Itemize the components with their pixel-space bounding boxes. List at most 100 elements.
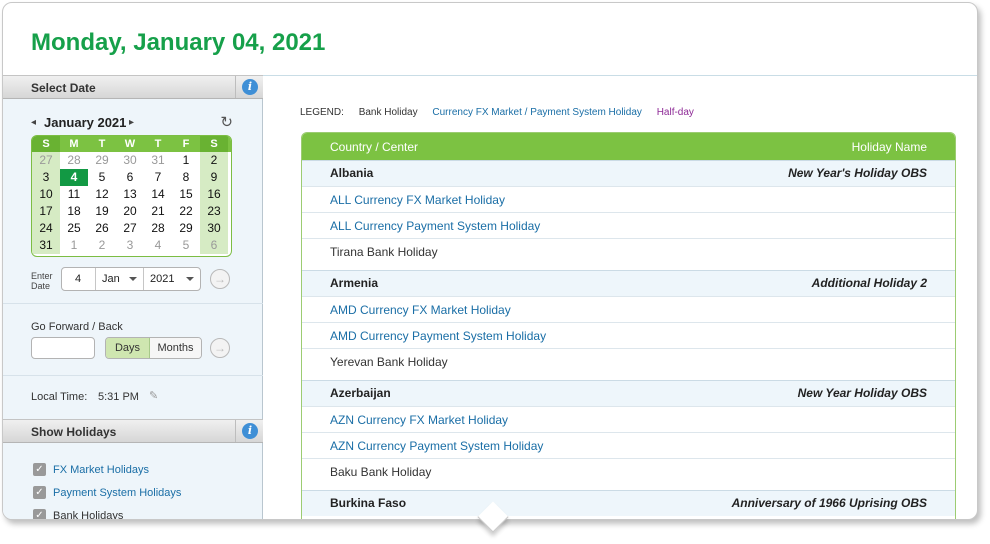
calendar-month-label: January 2021 [44, 115, 127, 130]
go-forward-button[interactable]: → [210, 338, 230, 358]
prev-month-icon[interactable]: ◂ [31, 117, 36, 128]
calendar-day[interactable]: 24 [32, 220, 60, 237]
divider [3, 375, 263, 376]
weekday-label: S [32, 136, 60, 152]
days-toggle[interactable]: Days [106, 338, 150, 358]
calendar-day[interactable]: 25 [60, 220, 88, 237]
calendar-day[interactable]: 30 [200, 220, 228, 237]
holiday-row: AZN Currency FX Market Holiday [302, 406, 955, 432]
year-value: 2021 [150, 273, 175, 285]
calendar-day[interactable]: 31 [32, 237, 60, 254]
currency-holiday-link[interactable]: ALL Currency FX Market Holiday [330, 193, 505, 207]
calendar-day[interactable]: 14 [144, 186, 172, 203]
calendar-day[interactable]: 29 [172, 220, 200, 237]
bank-holiday-text: Yerevan Bank Holiday [330, 355, 448, 369]
forward-back-input[interactable] [31, 337, 95, 359]
holiday-row: ALL Currency Payment System Holiday [302, 212, 955, 238]
local-time-label: Local Time: [31, 391, 88, 403]
bank-holidays-label[interactable]: Bank Holidays [53, 510, 123, 519]
calendar-day[interactable]: 4 [60, 169, 88, 186]
currency-holiday-link[interactable]: AZN Currency Payment System Holiday [330, 439, 543, 453]
calendar-day[interactable]: 6 [200, 237, 228, 254]
info-icon[interactable]: i [242, 79, 258, 95]
country-name: Albania [330, 166, 374, 180]
calendar-day[interactable]: 8 [172, 169, 200, 186]
enter-date-label: Enter Date [31, 271, 53, 291]
calendar-day[interactable]: 30 [116, 152, 144, 169]
calendar-day[interactable]: 29 [88, 152, 116, 169]
calendar-day[interactable]: 2 [88, 237, 116, 254]
show-holidays-info-button[interactable]: i [235, 420, 263, 442]
legend-fx-holiday: Currency FX Market / Payment System Holi… [432, 107, 642, 118]
calendar-day[interactable]: 27 [32, 152, 60, 169]
calendar-day[interactable]: 17 [32, 203, 60, 220]
chevron-down-icon [186, 277, 194, 281]
calendar-week: 3456789 [32, 169, 231, 186]
fx-market-holidays-label[interactable]: FX Market Holidays [53, 464, 149, 476]
next-month-icon[interactable]: ▸ [129, 117, 134, 128]
calendar-day[interactable]: 22 [172, 203, 200, 220]
checkbox-checked-icon[interactable]: ✓ [33, 463, 46, 476]
calendar-day[interactable]: 1 [60, 237, 88, 254]
go-date-button[interactable]: → [210, 269, 230, 289]
select-date-info-button[interactable]: i [235, 76, 263, 98]
calendar-day[interactable]: 31 [144, 152, 172, 169]
info-icon[interactable]: i [242, 423, 258, 439]
calendar-day[interactable]: 3 [116, 237, 144, 254]
currency-holiday-link[interactable]: ALL Currency Payment System Holiday [330, 219, 540, 233]
calendar-days: 27 28 29 30 31 1 2 3 4 5 6 7 8 9 10 11 12 13 14 15 16 17 18 19 2… [32, 152, 231, 254]
calendar-day[interactable]: 16 [200, 186, 228, 203]
calendar-day[interactable]: 18 [60, 203, 88, 220]
calendar-day[interactable]: 4 [144, 237, 172, 254]
calendar-day[interactable]: 10 [32, 186, 60, 203]
calendar-day[interactable]: 3 [32, 169, 60, 186]
day-field[interactable]: 4 [62, 268, 96, 290]
main-content: LEGEND: Bank Holiday Currency FX Market … [264, 76, 977, 519]
holiday-row: Baku Bank Holiday [302, 458, 955, 484]
calendar-day[interactable]: 12 [88, 186, 116, 203]
month-select[interactable]: Jan [96, 268, 144, 290]
app-window: Monday, January 04, 2021 Select Date i ◂… [2, 2, 978, 520]
calendar-week: 24 25 26 27 28 29 30 [32, 220, 231, 237]
calendar-day[interactable]: 21 [144, 203, 172, 220]
country-row: Armenia Additional Holiday 2 [302, 270, 955, 296]
pencil-icon[interactable]: ✎ [149, 389, 158, 402]
calendar-day[interactable]: 27 [116, 220, 144, 237]
local-time-value: 5:31 PM [98, 391, 139, 403]
calendar-day[interactable]: 15 [172, 186, 200, 203]
currency-holiday-link[interactable]: AMD Currency FX Market Holiday [330, 303, 511, 317]
calendar-day[interactable]: 23 [200, 203, 228, 220]
calendar-day[interactable]: 2 [200, 152, 228, 169]
calendar-day[interactable]: 19 [88, 203, 116, 220]
calendar-day[interactable]: 26 [88, 220, 116, 237]
calendar-day[interactable]: 11 [60, 186, 88, 203]
country-name: Armenia [330, 276, 379, 290]
month-value: Jan [102, 273, 120, 285]
calendar-day[interactable]: 20 [116, 203, 144, 220]
currency-holiday-link[interactable]: AZN Currency FX Market Holiday [330, 413, 508, 427]
checkbox-checked-icon[interactable]: ✓ [33, 509, 46, 519]
year-select[interactable]: 2021 [144, 268, 200, 290]
calendar-day[interactable]: 9 [200, 169, 228, 186]
checkbox-checked-icon[interactable]: ✓ [33, 486, 46, 499]
holiday-table: Country / Center Holiday Name Albania New… [301, 132, 956, 519]
bank-holiday-text: Tirana Bank Holiday [330, 245, 438, 259]
calendar-day[interactable]: 7 [144, 169, 172, 186]
legend: LEGEND: Bank Holiday Currency FX Market … [300, 107, 706, 118]
divider [3, 303, 263, 304]
calendar-day[interactable]: 5 [172, 237, 200, 254]
legend-bank-holiday: Bank Holiday [358, 107, 418, 118]
calendar-day[interactable]: 1 [172, 152, 200, 169]
calendar-day[interactable]: 28 [60, 152, 88, 169]
select-date-heading: Select Date [31, 81, 96, 95]
column-holiday-name: Holiday Name [851, 140, 927, 154]
calendar-day[interactable]: 6 [116, 169, 144, 186]
calendar-nav: ◂ January 2021 ▸ ↻ [31, 113, 233, 131]
calendar-day[interactable]: 28 [144, 220, 172, 237]
reset-date-icon[interactable]: ↻ [220, 113, 233, 131]
payment-system-holidays-label[interactable]: Payment System Holidays [53, 487, 181, 499]
calendar-day[interactable]: 13 [116, 186, 144, 203]
calendar-day[interactable]: 5 [88, 169, 116, 186]
months-toggle[interactable]: Months [150, 338, 201, 358]
currency-holiday-link[interactable]: AMD Currency Payment System Holiday [330, 329, 546, 343]
